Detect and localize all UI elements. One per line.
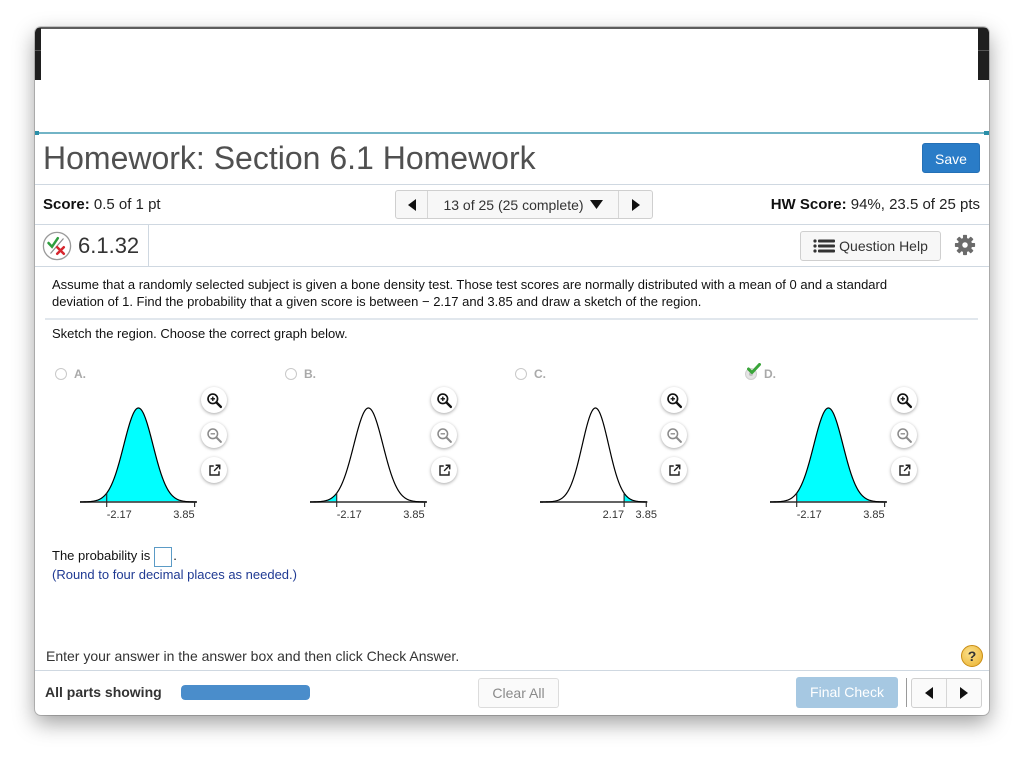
triangle-left-icon xyxy=(924,687,933,699)
answer-prefix: The probability is xyxy=(52,548,151,563)
next-question-button[interactable] xyxy=(947,679,982,707)
option-c-normal-curve-graph: 2.17 3.85 xyxy=(539,407,657,521)
parts-showing-label: All parts showing xyxy=(45,684,162,700)
zoom-out-button[interactable] xyxy=(201,422,227,448)
normal-curve-line xyxy=(310,407,427,503)
option-b-normal-curve-graph: -2.17 3.85 xyxy=(310,407,427,521)
tick-label: -2.17 xyxy=(797,509,822,521)
tick-label: 2.17 xyxy=(603,509,624,521)
zoom-in-icon xyxy=(666,392,682,408)
option-a-normal-curve-graph: -2.17 3.85 xyxy=(80,407,197,521)
tick-label: -2.17 xyxy=(107,509,132,521)
answer-instruction: Enter your answer in the answer box and … xyxy=(46,648,460,664)
option-c-radio[interactable] xyxy=(515,368,527,380)
zoom-in-button[interactable] xyxy=(201,387,227,413)
option-b-radio[interactable] xyxy=(285,368,297,380)
probability-answer-input[interactable] xyxy=(154,546,173,567)
answer-suffix: . xyxy=(173,548,177,563)
accent-line-cap xyxy=(35,131,39,135)
zoom-in-icon xyxy=(206,392,222,408)
external-link-icon xyxy=(438,464,450,476)
shaded-region xyxy=(80,408,195,502)
answer-option-a: A. -2.17 3.85 xyxy=(52,27,282,715)
external-link-icon xyxy=(898,464,910,476)
zoom-in-button[interactable] xyxy=(891,387,917,413)
open-in-new-window-button[interactable] xyxy=(891,457,917,483)
answer-option-b: B. -2.17 3.85 xyxy=(282,27,512,715)
tick-label: 3.85 xyxy=(403,509,424,521)
external-link-icon xyxy=(668,464,680,476)
zoom-out-icon xyxy=(436,427,452,443)
triangle-right-icon xyxy=(959,687,968,699)
open-in-new-window-button[interactable] xyxy=(201,457,227,483)
zoom-out-button[interactable] xyxy=(661,422,687,448)
window-frame-right xyxy=(978,28,989,80)
tick-label: 3.85 xyxy=(173,509,194,521)
zoom-out-icon xyxy=(896,427,912,443)
option-d-normal-curve-graph: -2.17 3.85 xyxy=(770,407,887,521)
final-check-button[interactable]: Final Check xyxy=(796,677,898,708)
option-a-radio[interactable] xyxy=(55,368,67,380)
answer-option-d: D. -2.17 3.85 xyxy=(742,27,972,715)
zoom-in-button[interactable] xyxy=(661,387,687,413)
previous-question-button[interactable] xyxy=(912,679,947,707)
divider xyxy=(35,670,989,671)
parts-progress-fill xyxy=(181,685,310,700)
option-c-label[interactable]: C. xyxy=(534,366,546,382)
zoom-in-button[interactable] xyxy=(431,387,457,413)
zoom-out-button[interactable] xyxy=(431,422,457,448)
open-in-new-window-button[interactable] xyxy=(431,457,457,483)
normal-curve-line xyxy=(539,407,648,503)
shaded-region xyxy=(796,408,885,502)
window-frame-left xyxy=(35,28,41,80)
divider xyxy=(906,678,907,707)
open-in-new-window-button[interactable] xyxy=(661,457,687,483)
zoom-out-icon xyxy=(206,427,222,443)
tick-label: -2.17 xyxy=(337,509,362,521)
answer-option-c: C. 2.17 3.85 xyxy=(512,27,742,715)
help-icon[interactable]: ? xyxy=(961,645,983,667)
homework-window: Homework: Section 6.1 Homework Save Scor… xyxy=(35,27,989,715)
bottom-question-navigator xyxy=(911,678,982,708)
answer-line: The probability is. xyxy=(52,546,177,567)
tick-label: 3.85 xyxy=(863,509,884,521)
tick-label: 3.85 xyxy=(636,509,657,521)
option-b-label[interactable]: B. xyxy=(304,366,316,382)
zoom-out-button[interactable] xyxy=(891,422,917,448)
option-d-label[interactable]: D. xyxy=(764,366,776,382)
clear-all-button[interactable]: Clear All xyxy=(478,678,559,708)
external-link-icon xyxy=(208,464,220,476)
correct-check-icon xyxy=(747,363,761,374)
parts-progress-bar xyxy=(181,685,310,700)
zoom-in-icon xyxy=(436,392,452,408)
rounding-hint: (Round to four decimal places as needed.… xyxy=(52,567,297,582)
zoom-out-icon xyxy=(666,427,682,443)
zoom-in-icon xyxy=(896,392,912,408)
accent-line-cap xyxy=(984,131,989,135)
option-a-label[interactable]: A. xyxy=(74,366,86,382)
